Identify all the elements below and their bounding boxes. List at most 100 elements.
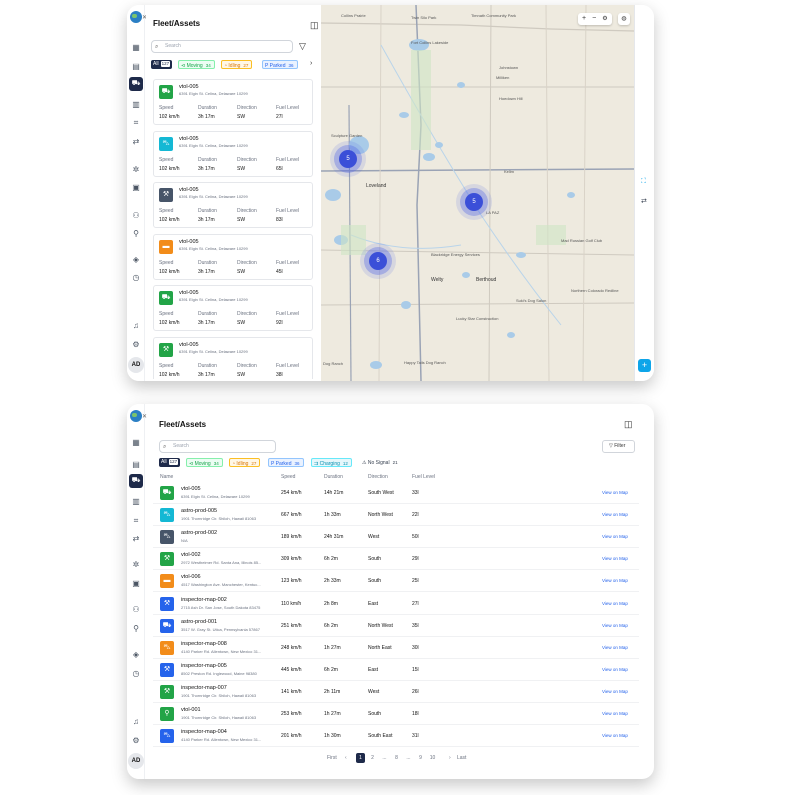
search-input[interactable]: ⌕ Search xyxy=(151,40,293,53)
chip-moving[interactable]: ⊲ Moving 34 xyxy=(178,60,215,69)
table-row[interactable]: ⚲ vtol-001 1901 Thornridge Cir. Shiloh, … xyxy=(153,703,639,725)
geofence-icon[interactable]: ⌗ xyxy=(131,118,141,127)
users-icon[interactable]: ⚇ xyxy=(131,605,141,614)
asset-card[interactable]: ⚒ vtol-005 6391 Elgin St. Celina, Delawa… xyxy=(153,336,313,379)
settings-gear-icon[interactable]: ✲ xyxy=(131,165,141,174)
calendar-icon[interactable]: ▥ xyxy=(131,497,141,506)
gear-icon[interactable]: ⚙ xyxy=(131,736,141,745)
map-cluster-marker[interactable]: 5 xyxy=(465,193,483,211)
search-input[interactable]: ⌕ Search xyxy=(159,440,276,453)
gear-icon[interactable]: ⚙ xyxy=(131,340,141,349)
zoom-in-icon[interactable]: + xyxy=(582,15,586,22)
table-row[interactable]: ⛍ inspector-map-004 4140 Parker Rd. Alle… xyxy=(153,725,639,748)
dashboard-icon[interactable]: ▦ xyxy=(131,438,141,447)
clock-icon[interactable]: ◷ xyxy=(131,669,141,678)
view-on-map-link[interactable]: View on Map xyxy=(602,689,628,694)
map-cluster-marker[interactable]: 5 xyxy=(339,150,357,168)
avatar[interactable]: AD xyxy=(128,357,144,373)
user-plus-icon[interactable]: ⚲ xyxy=(131,229,141,238)
route-toggle-icon[interactable]: ⇄ xyxy=(641,197,647,205)
table-row[interactable]: ⚒ inspector-map-005 8502 Preston Rd. Ing… xyxy=(153,659,639,681)
chip-idling[interactable]: ◔ Idling 27 xyxy=(229,458,261,467)
view-on-map-link[interactable]: View on Map xyxy=(602,490,628,495)
table-row[interactable]: ▬ vtol-006 4517 Washington Ave. Manchest… xyxy=(153,570,639,593)
asset-card-list[interactable]: ⛟ vtol-005 6391 Elgin St. Celina, Delawa… xyxy=(153,79,313,379)
view-on-map-link[interactable]: View on Map xyxy=(602,733,628,738)
table-row[interactable]: ⛟ astro-prod-001 3517 W. Gray St. Utica,… xyxy=(153,615,639,637)
column-header-name[interactable]: Name xyxy=(160,474,173,480)
pagination-page[interactable]: 2 xyxy=(368,753,377,763)
map-icon[interactable]: ▤ xyxy=(131,460,141,469)
add-button[interactable]: + xyxy=(638,359,651,372)
view-on-map-link[interactable]: View on Map xyxy=(602,601,628,606)
chip-parked[interactable]: P Parked 36 xyxy=(268,458,304,467)
column-header-fuel[interactable]: Fuel Level xyxy=(412,474,435,480)
pagination-page[interactable]: 8 xyxy=(392,753,401,763)
route-icon[interactable]: ⇄ xyxy=(131,137,141,146)
reports-icon[interactable]: ▣ xyxy=(131,579,141,588)
view-on-map-link[interactable]: View on Map xyxy=(602,534,628,539)
reports-icon[interactable]: ▣ xyxy=(131,183,141,192)
view-on-map-link[interactable]: View on Map xyxy=(602,578,628,583)
chevron-right-icon[interactable]: › xyxy=(310,60,312,67)
view-on-map-link[interactable]: View on Map xyxy=(602,512,628,517)
table-row[interactable]: ⛍ inspector-map-008 4140 Parker Rd. Alle… xyxy=(153,637,639,659)
clock-icon[interactable]: ◷ xyxy=(131,273,141,282)
pagination-next-icon[interactable]: › xyxy=(449,753,451,763)
chip-charging[interactable]: ⇉ Charging 12 xyxy=(311,458,352,467)
avatar[interactable]: AD xyxy=(128,753,144,769)
chip-no-signal[interactable]: ⚠ No Signal 21 xyxy=(360,458,401,467)
asset-card[interactable]: ⛍ vtol-005 6391 Elgin St. Celina, Delawa… xyxy=(153,130,313,177)
geofence-icon[interactable]: ⌗ xyxy=(131,516,141,525)
pagination-page[interactable]: 9 xyxy=(416,753,425,763)
view-on-map-link[interactable]: View on Map xyxy=(602,711,628,716)
map-cluster-marker[interactable]: 6 xyxy=(369,252,387,270)
zoom-out-icon[interactable]: − xyxy=(592,15,596,22)
view-on-map-link[interactable]: View on Map xyxy=(602,556,628,561)
user-plus-icon[interactable]: ⚲ xyxy=(131,624,141,633)
table-row[interactable]: ⚒ vtol-002 2972 Westheimer Rd. Santa Ana… xyxy=(153,548,639,571)
filter-button[interactable]: ▽ Filter xyxy=(602,440,635,453)
view-on-map-link[interactable]: View on Map xyxy=(602,667,628,672)
settings-icon[interactable]: ⚙ xyxy=(602,16,607,22)
column-header-duration[interactable]: Duration xyxy=(324,474,343,480)
table-row[interactable]: ⛍ astro-prod-002 N/A 189 km/h 24h 31m We… xyxy=(153,526,639,549)
bell-icon[interactable]: ♫ xyxy=(131,717,141,726)
pagination-page[interactable]: 10 xyxy=(428,753,437,763)
asset-card[interactable]: ⚒ vtol-005 6391 Elgin St. Celina, Delawa… xyxy=(153,182,313,228)
column-header-direction[interactable]: Direction xyxy=(368,474,388,480)
pagination-last[interactable]: Last xyxy=(457,753,466,763)
table-row[interactable]: ⚒ inspector-map-002 2715 Ash Dr. San Jos… xyxy=(153,593,639,615)
shield-icon[interactable]: ◈ xyxy=(131,650,141,659)
route-icon[interactable]: ⇄ xyxy=(131,534,141,543)
fleet-icon[interactable]: ⛟ xyxy=(129,474,143,488)
calendar-icon[interactable]: ▥ xyxy=(131,100,141,109)
expand-icon[interactable]: ⛶ xyxy=(641,178,646,186)
map-view[interactable]: Twin Silo Park Timnath Community Park Co… xyxy=(321,5,634,381)
pagination-prev-icon[interactable]: ‹ xyxy=(345,753,347,763)
users-icon[interactable]: ⚇ xyxy=(131,211,141,220)
fleet-icon[interactable]: ⛟ xyxy=(129,77,143,91)
pagination-page[interactable]: 1 xyxy=(356,753,365,763)
table-row[interactable]: ⚒ inspector-map-007 1901 Thornridge Cir.… xyxy=(153,681,639,703)
map-icon[interactable]: ▤ xyxy=(131,62,141,71)
collapse-panel-icon[interactable]: ◫ xyxy=(624,419,633,430)
asset-card[interactable]: ⛟ vtol-005 6391 Elgin St. Celina, Delawa… xyxy=(153,285,313,331)
layers-icon[interactable]: ◍ xyxy=(618,13,630,25)
table-row[interactable]: ⛟ vtol-005 6391 Elgin St. Celina, Delawa… xyxy=(153,482,639,504)
chip-parked[interactable]: P Parked 36 xyxy=(262,60,298,69)
chip-all[interactable]: All 127 xyxy=(159,458,181,467)
table-row[interactable]: ⛍ astro-prod-005 1901 Thornridge Cir. Sh… xyxy=(153,504,639,527)
chip-moving[interactable]: ⊲ Moving 34 xyxy=(186,458,223,467)
collapse-panel-icon[interactable]: ◫ xyxy=(310,20,319,31)
asset-card[interactable]: ▬ vtol-005 6391 Elgin St. Celina, Delawa… xyxy=(153,233,313,280)
bell-icon[interactable]: ♫ xyxy=(131,321,141,330)
chip-all[interactable]: All 127 xyxy=(151,60,173,69)
view-on-map-link[interactable]: View on Map xyxy=(602,623,628,628)
collapse-rail-icon[interactable]: ✕ xyxy=(142,413,147,420)
chip-idling[interactable]: ◔ Idling 27 xyxy=(221,60,253,69)
shield-icon[interactable]: ◈ xyxy=(131,255,141,264)
dashboard-icon[interactable]: ▦ xyxy=(131,43,141,52)
settings-gear-icon[interactable]: ✲ xyxy=(131,560,141,569)
asset-card[interactable]: ⛟ vtol-005 6391 Elgin St. Celina, Delawa… xyxy=(153,79,313,125)
